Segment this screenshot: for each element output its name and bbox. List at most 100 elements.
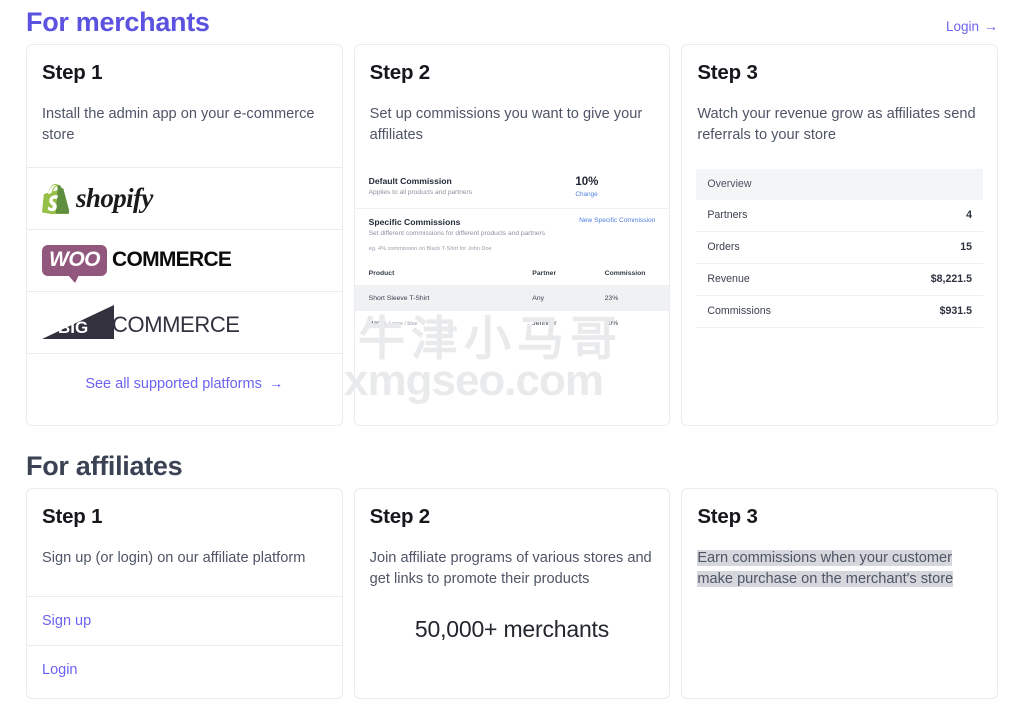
- affiliate-step-3-body: Step 3 Earn commissions when your custom…: [682, 489, 997, 590]
- overview-label-revenue: Revenue: [696, 263, 865, 296]
- bigcommerce-triangle-icon: BIG: [42, 305, 114, 340]
- column-header-commission: Commission: [590, 261, 670, 286]
- column-header-product: Product: [354, 261, 519, 286]
- cell-product-label: Pants: [368, 319, 387, 327]
- merchant-step-1-card: Step 1 Install the admin app on your e-c…: [26, 44, 343, 426]
- arrow-right-icon: →: [268, 376, 284, 393]
- column-header-partner: Partner: [518, 261, 591, 286]
- platform-row-bigcommerce[interactable]: BIG COMMERCE: [27, 290, 342, 353]
- affiliate-step-1-body: Step 1 Sign up (or login) on our affilia…: [27, 489, 342, 569]
- cell-partner: Jennifer: [532, 319, 557, 327]
- merchant-step-1-description: Install the admin app on your e-commerce…: [42, 106, 315, 143]
- affiliate-step-2-description: Join affiliate programs of various store…: [369, 550, 652, 587]
- overview-value-partners: 4: [864, 199, 983, 232]
- merchant-step-3-description: Watch your revenue grow as affiliates se…: [697, 106, 976, 143]
- cell-partner: Any: [518, 285, 591, 311]
- default-commission-subtitle: Applies to all products and partners: [368, 188, 473, 196]
- merchant-step-2-description: Set up commissions you want to give your…: [369, 106, 643, 143]
- page-title: For merchants: [26, 7, 210, 37]
- affiliate-step-2-body: Step 2 Join affiliate programs of variou…: [355, 489, 670, 643]
- cell-product-label: Short Sleeve T-Shirt: [368, 294, 430, 302]
- platform-list: shopify WOO COMMERCE BIG COMMERCE See al…: [27, 166, 342, 415]
- affiliate-step-1-title: Step 1: [42, 505, 103, 528]
- page-root: For merchants Login → Step 1 Install the …: [0, 0, 1024, 710]
- merchant-step-3-card: Step 3 Watch your revenue grow as affili…: [681, 44, 998, 426]
- table-row[interactable]: Pants Large / blue Jennifer 50%: [355, 311, 670, 336]
- overview-header-row: Overview: [696, 168, 983, 200]
- specific-commission-subtitle: Set different commissions for different …: [368, 229, 546, 237]
- table-row: Orders 15: [696, 231, 983, 264]
- cell-product-variant: Large / blue: [389, 320, 418, 327]
- affiliate-step-1-description: Sign up (or login) on our affiliate plat…: [42, 550, 306, 566]
- overview-wrapper: Overview Partners 4 Orders 15 Revenue $8…: [682, 168, 997, 328]
- header-login-link[interactable]: Login →: [946, 18, 998, 34]
- signup-row[interactable]: Sign up: [27, 595, 342, 645]
- table-row: Commissions $931.5: [696, 295, 983, 328]
- merchant-step-2-card: Step 2 Set up commissions you want to gi…: [353, 44, 671, 426]
- affiliates-section-header: For affiliates: [26, 444, 998, 488]
- login-row[interactable]: Login: [27, 644, 342, 694]
- woocommerce-wordmark: COMMERCE: [112, 248, 232, 272]
- table-row: Revenue $8,221.5: [696, 263, 983, 296]
- woocommerce-badge: WOO: [42, 244, 107, 283]
- affiliate-step-1-card: Step 1 Sign up (or login) on our affilia…: [26, 488, 343, 699]
- header-login-label: Login: [945, 19, 979, 34]
- svg-text:BIG: BIG: [58, 318, 88, 337]
- new-specific-commission-link[interactable]: New Specific Commission: [579, 217, 655, 224]
- shopify-wordmark: shopify: [76, 182, 153, 213]
- commission-table: Product Partner Commission Short Sleeve …: [354, 261, 670, 336]
- see-all-platforms-label: See all supported platforms: [85, 376, 262, 393]
- overview-label-orders: Orders: [696, 231, 865, 264]
- affiliates-card-grid: Step 1 Sign up (or login) on our affilia…: [26, 488, 998, 699]
- arrow-right-icon: →: [984, 18, 998, 34]
- affiliate-step-3-title: Step 3: [697, 505, 758, 528]
- see-all-platforms-row[interactable]: See all supported platforms →: [27, 352, 342, 415]
- overview-value-orders: 15: [864, 231, 983, 264]
- merchant-step-2-body: Step 2 Set up commissions you want to gi…: [355, 45, 670, 146]
- default-commission-block: Default Commission Applies to all produc…: [354, 168, 670, 209]
- overview-table: Overview Partners 4 Orders 15 Revenue $8…: [696, 168, 983, 328]
- affiliate-step-3-description-wrapper: Earn commissions when your customer make…: [697, 548, 982, 590]
- cell-product: Short Sleeve T-Shirt: [354, 285, 519, 311]
- signup-link[interactable]: Sign up: [42, 613, 91, 629]
- specific-commission-title: Specific Commissions: [368, 216, 461, 227]
- affiliate-step-2-title: Step 2: [369, 505, 431, 528]
- overview-header-label: Overview: [696, 168, 983, 200]
- cell-commission: 23%: [590, 285, 670, 311]
- default-commission-value: 10%: [575, 175, 599, 188]
- merchant-step-1-body: Step 1 Install the admin app on your e-c…: [27, 45, 342, 146]
- overview-value-commissions: $931.5: [864, 295, 983, 328]
- merchants-section-header: For merchants Login →: [26, 0, 998, 44]
- platform-row-woocommerce[interactable]: WOO COMMERCE: [27, 228, 342, 291]
- merchants-card-grid: Step 1 Install the admin app on your e-c…: [26, 44, 998, 426]
- affiliate-login-link[interactable]: Login: [42, 662, 77, 678]
- platform-row-shopify[interactable]: shopify: [27, 166, 342, 229]
- table-row[interactable]: Short Sleeve T-Shirt Any 23%: [354, 285, 670, 311]
- affiliate-link-list: Sign up Login: [27, 595, 342, 694]
- merchant-step-3-body: Step 3 Watch your revenue grow as affili…: [682, 45, 997, 146]
- default-commission-title: Default Commission: [368, 175, 452, 186]
- affiliate-step-3-card: Step 3 Earn commissions when your custom…: [681, 488, 998, 699]
- overview-value-revenue: $8,221.5: [864, 263, 983, 296]
- woocommerce-logo: WOO COMMERCE: [42, 244, 232, 283]
- see-all-platforms-link[interactable]: See all supported platforms →: [85, 376, 283, 392]
- affiliates-title: For affiliates: [26, 451, 183, 481]
- cell-product: Pants Large / blue: [355, 311, 519, 336]
- change-commission-link[interactable]: Change: [575, 191, 655, 198]
- overview-label-commissions: Commissions: [696, 295, 865, 328]
- shopify-bag-icon: [42, 183, 69, 214]
- affiliate-step-3-description: Earn commissions when your customer make…: [697, 550, 954, 587]
- cell-commission: 50%: [604, 319, 619, 327]
- bigcommerce-wordmark: COMMERCE: [112, 312, 240, 338]
- specific-commission-example: eg. 4% commission on Black T-Shirt for J…: [368, 245, 492, 252]
- overview-label-partners: Partners: [696, 199, 865, 232]
- merchant-step-2-title: Step 2: [369, 61, 431, 84]
- merchant-step-3-title: Step 3: [697, 61, 758, 84]
- commission-table-header-row: Product Partner Commission: [354, 261, 670, 286]
- merchant-count-stat: 50,000+ merchants: [414, 615, 610, 642]
- shopify-logo: shopify: [42, 183, 153, 214]
- merchant-step-1-title: Step 1: [42, 61, 103, 84]
- commission-panel: Default Commission Applies to all produc…: [354, 168, 670, 336]
- affiliate-step-2-card: Step 2 Join affiliate programs of variou…: [353, 488, 671, 699]
- bigcommerce-logo: BIG COMMERCE: [42, 305, 240, 340]
